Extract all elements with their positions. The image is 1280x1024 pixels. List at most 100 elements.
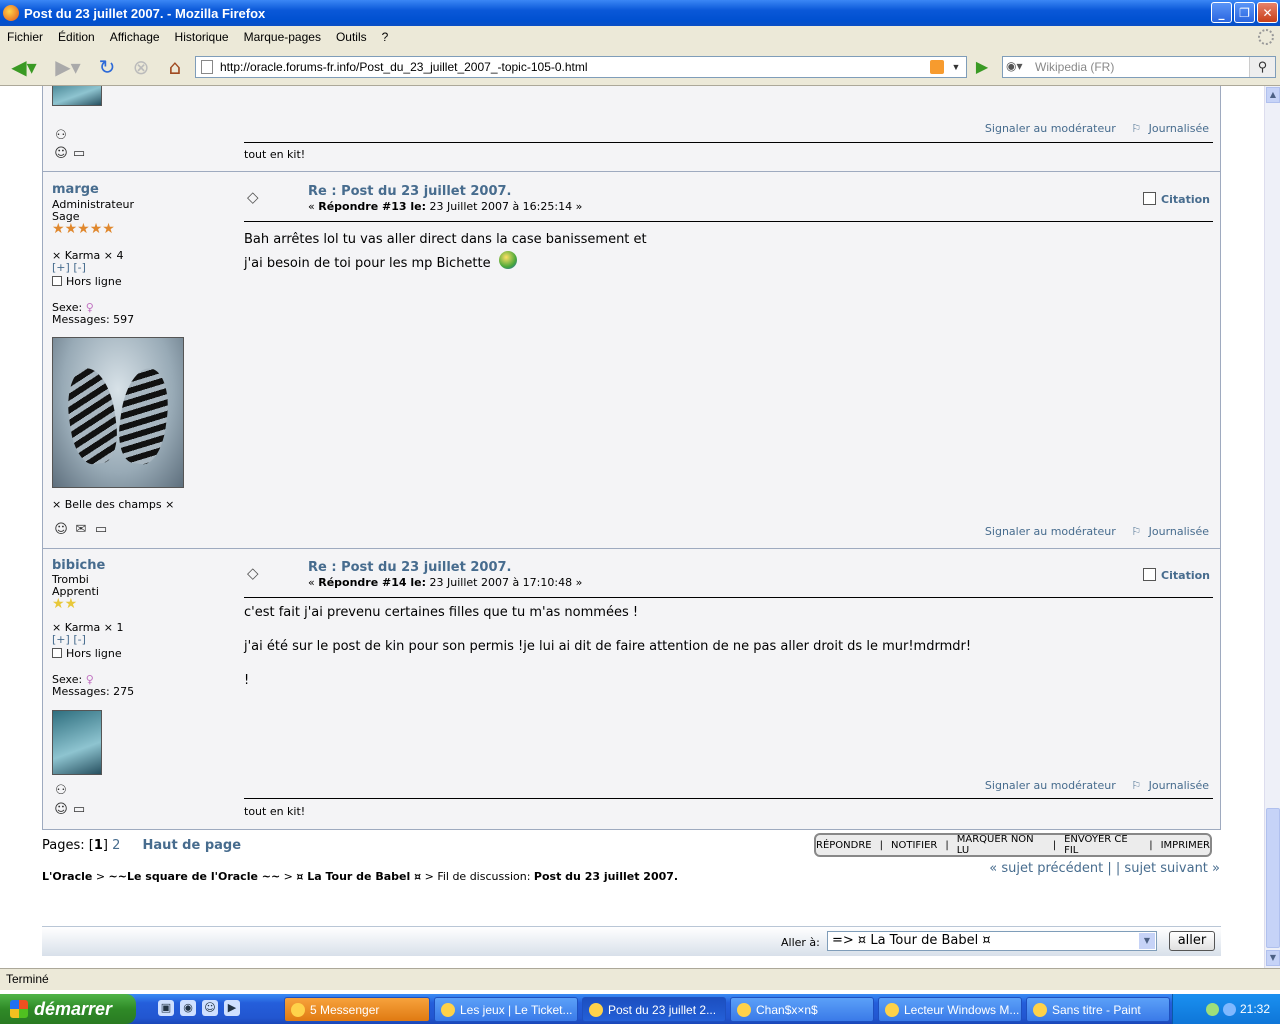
next-topic-link[interactable]: | sujet suivant »	[1116, 861, 1220, 876]
print-button[interactable]: IMPRIMER	[1161, 840, 1210, 851]
task-firefox-post[interactable]: Post du 23 juillet 2...	[582, 997, 726, 1022]
post-title[interactable]: Re : Post du 23 juillet 2007.	[308, 560, 511, 575]
karma-plus-link[interactable]: [+]	[52, 261, 70, 274]
chevron-down-icon[interactable]: ▼	[1139, 933, 1155, 949]
notify-button[interactable]: NOTIFIER	[891, 840, 937, 851]
close-button[interactable]: ✕	[1257, 2, 1278, 23]
user-status-icon[interactable]: ⚇	[53, 128, 69, 143]
message-icon[interactable]: ▭	[93, 522, 109, 537]
task-media-player[interactable]: Lecteur Windows M...	[878, 997, 1022, 1022]
post-title[interactable]: Re : Post du 23 juillet 2007.	[308, 184, 511, 199]
thread-actions: RÉPONDRE | NOTIFIER | MARQUER NON LU | ENVO…	[814, 833, 1212, 857]
signature: tout en kit!	[244, 148, 306, 161]
menu-historique[interactable]: Historique	[168, 30, 237, 44]
breadcrumb-thread[interactable]: Post du 23 juillet 2007.	[534, 870, 678, 883]
karma-minus-link[interactable]: [-]	[73, 633, 86, 646]
maximize-button[interactable]: ❐	[1234, 2, 1255, 23]
breadcrumb-category[interactable]: ~~Le square de l'Oracle ~~	[109, 870, 281, 883]
menu-help[interactable]: ?	[375, 30, 397, 44]
logged-icon: ⚐	[1131, 525, 1142, 538]
menu-outils[interactable]: Outils	[329, 30, 375, 44]
firefox-launch-icon[interactable]: ◉	[180, 1000, 196, 1016]
url-bar[interactable]: http://oracle.forums-fr.info/Post_du_23_…	[195, 56, 967, 78]
profile-icon[interactable]: ☺	[53, 146, 69, 161]
post-tag-icon: ◇	[247, 188, 259, 206]
scroll-thumb[interactable]	[1266, 808, 1280, 948]
search-icon[interactable]: ⚲	[1249, 57, 1275, 77]
url-dropdown-icon[interactable]: ▼	[948, 59, 964, 75]
quote-button[interactable]: Citation	[1143, 568, 1210, 582]
topic-navigation: « sujet précédent | | sujet suivant »	[989, 861, 1220, 876]
separator	[244, 798, 1213, 799]
vertical-scrollbar[interactable]: ▲ ▼	[1264, 86, 1280, 968]
quote-label: Citation	[1161, 569, 1210, 582]
email-icon[interactable]: ✉	[73, 522, 89, 537]
page-2-link[interactable]: 2	[112, 838, 120, 853]
offline-icon	[52, 648, 62, 658]
task-label: Chan$x×n$	[756, 1002, 818, 1017]
breadcrumb-board[interactable]: ¤ La Tour de Babel ¤	[296, 870, 421, 883]
messenger-launch-icon[interactable]: ☺	[202, 1000, 218, 1016]
profile-icon[interactable]: ☺	[53, 522, 69, 537]
reload-icon[interactable]: ↻	[94, 54, 120, 80]
stop-icon[interactable]: ⊗	[128, 54, 154, 80]
karma-minus-link[interactable]: [-]	[73, 261, 86, 274]
profile-icon[interactable]: ☺	[53, 802, 69, 817]
karma-plus-link[interactable]: [+]	[52, 633, 70, 646]
rss-feed-icon[interactable]	[930, 60, 944, 74]
author-name[interactable]: marge	[52, 182, 99, 197]
quote-button[interactable]: Citation	[1143, 192, 1210, 206]
volume-icon[interactable]	[1222, 1002, 1236, 1016]
quote-icon	[1143, 568, 1157, 581]
send-topic-button[interactable]: ENVOYER CE FIL	[1064, 834, 1141, 856]
start-button[interactable]: démarrer	[0, 994, 136, 1024]
report-link[interactable]: Signaler au modérateur	[985, 779, 1116, 792]
home-icon[interactable]: ⌂	[162, 54, 188, 80]
wikipedia-engine-icon[interactable]: ◉▾	[1006, 59, 1032, 75]
go-button[interactable]: aller	[1169, 931, 1215, 951]
online-status: Hors ligne	[52, 275, 122, 288]
star-icon: ★	[89, 221, 103, 237]
search-input[interactable]: ◉▾ Wikipedia (FR) ⚲	[1002, 56, 1276, 78]
show-desktop-icon[interactable]: ▣	[158, 1000, 174, 1016]
forward-arrow-icon[interactable]: ▶▾	[48, 54, 88, 80]
url-text: http://oracle.forums-fr.info/Post_du_23_…	[220, 60, 588, 74]
topic-sep: |	[1103, 861, 1116, 876]
previous-topic-link[interactable]: « sujet précédent	[989, 861, 1103, 876]
star-icon: ★	[52, 221, 65, 237]
post-line: Bah arrêtes lol tu vas aller direct dans…	[244, 232, 647, 247]
quote-label: Citation	[1161, 193, 1210, 206]
minimize-button[interactable]: _	[1211, 2, 1232, 23]
report-link[interactable]: Signaler au modérateur	[985, 525, 1116, 538]
message-icon[interactable]: ▭	[71, 146, 87, 161]
report-link[interactable]: Signaler au modérateur	[985, 122, 1116, 135]
paint-icon	[1033, 1002, 1047, 1017]
reply-button[interactable]: RÉPONDRE	[816, 840, 872, 851]
menu-marque-pages[interactable]: Marque-pages	[237, 30, 329, 44]
user-status-icon[interactable]: ⚇	[53, 783, 69, 798]
media-player-launch-icon[interactable]: ▶	[224, 1000, 240, 1016]
scroll-up-icon[interactable]: ▲	[1266, 87, 1280, 103]
menu-affichage[interactable]: Affichage	[103, 30, 168, 44]
task-firefox-jeux[interactable]: Les jeux | Le Ticket...	[434, 997, 578, 1022]
top-of-page-link[interactable]: Haut de page	[143, 838, 242, 853]
firefox-icon	[589, 1002, 603, 1017]
breadcrumb-home[interactable]: L'Oracle	[42, 870, 92, 883]
scroll-down-icon[interactable]: ▼	[1266, 950, 1280, 966]
task-paint[interactable]: Sans titre - Paint	[1026, 997, 1170, 1022]
go-icon[interactable]: ▶	[972, 57, 992, 77]
post-body: Bah arrêtes lol tu vas aller direct dans…	[244, 229, 647, 275]
meta-date: 23 Juillet 2007 à 17:10:48 »	[426, 576, 583, 589]
post-previous: ⚇ ☺ ▭ Signaler au modérateur ⚐ Journalis…	[42, 86, 1221, 172]
back-arrow-icon[interactable]: ◀▾	[4, 54, 44, 80]
task-folder[interactable]: Chan$x×n$	[730, 997, 874, 1022]
jump-select[interactable]: => ¤ La Tour de Babel ¤ ▼	[827, 931, 1157, 951]
mark-unread-button[interactable]: MARQUER NON LU	[957, 834, 1045, 856]
message-icon[interactable]: ▭	[71, 802, 87, 817]
network-icon[interactable]	[1205, 1002, 1219, 1016]
author-name[interactable]: bibiche	[52, 558, 105, 573]
menu-fichier[interactable]: Fichier	[0, 30, 51, 44]
task-messenger[interactable]: 5 Messenger	[284, 997, 430, 1022]
action-divider: |	[1052, 839, 1057, 851]
menu-edition[interactable]: Édition	[51, 30, 103, 44]
